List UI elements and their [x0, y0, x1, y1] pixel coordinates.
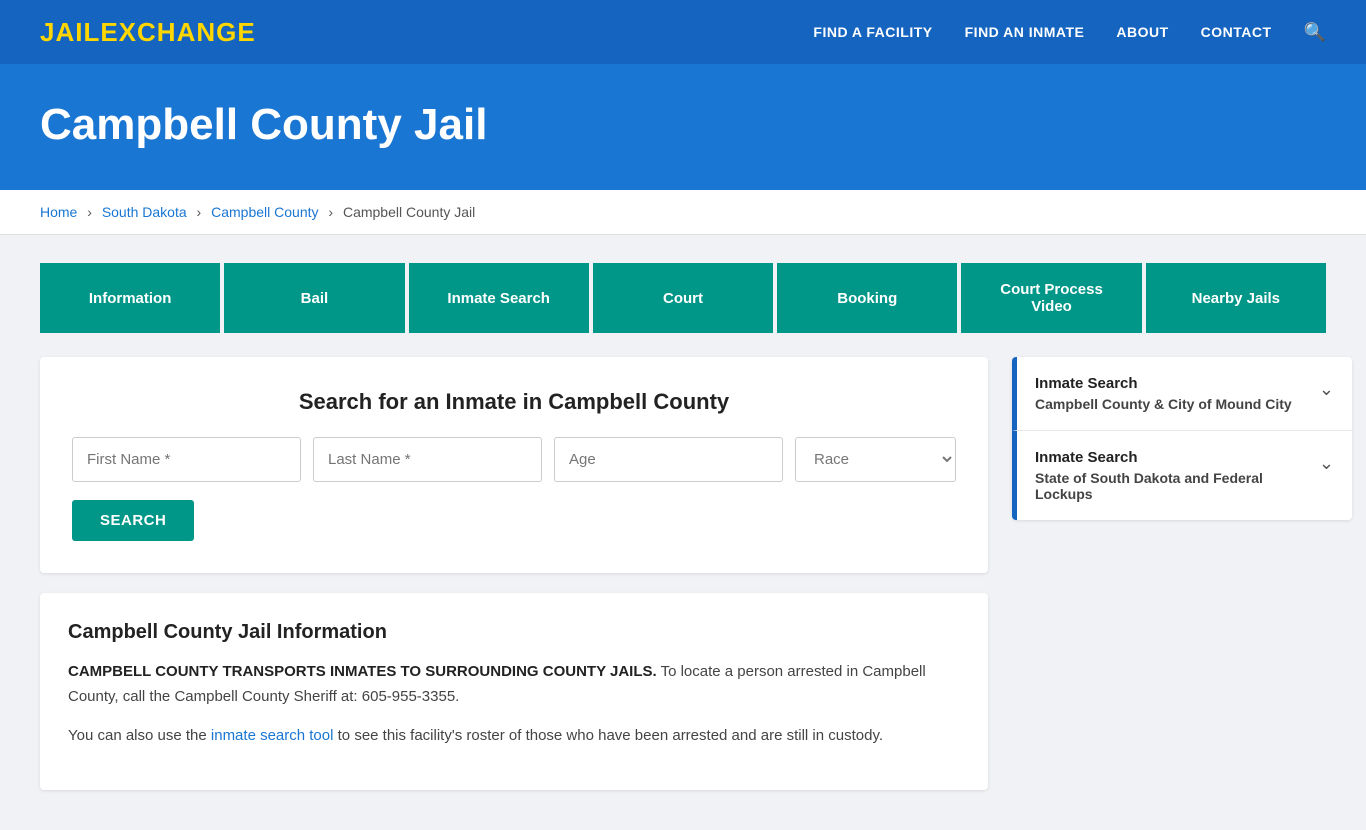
tab-court[interactable]: Court [593, 263, 773, 333]
tab-court-process-video[interactable]: Court Process Video [961, 263, 1141, 333]
breadcrumb-current: Campbell County Jail [343, 204, 475, 220]
hero-section: Campbell County Jail [0, 64, 1366, 190]
sidebar-sd-subtext: State of South Dakota and Federal Lockup… [1035, 470, 1319, 502]
logo[interactable]: JAILEXCHANGE [40, 17, 256, 48]
tabs-bar: Information Bail Inmate Search Court Boo… [40, 263, 1326, 333]
tab-bail[interactable]: Bail [224, 263, 404, 333]
sidebar-campbell-heading: Inmate Search [1035, 375, 1292, 392]
tab-inmate-search[interactable]: Inmate Search [409, 263, 589, 333]
info-box: Campbell County Jail Information CAMPBEL… [40, 593, 988, 790]
breadcrumb-south-dakota[interactable]: South Dakota [102, 204, 187, 220]
search-title: Search for an Inmate in Campbell County [72, 389, 956, 415]
main-content: Search for an Inmate in Campbell County … [0, 333, 1366, 830]
sidebar-item-campbell[interactable]: Inmate Search Campbell County & City of … [1012, 357, 1352, 431]
tabs-wrapper: Information Bail Inmate Search Court Boo… [0, 235, 1366, 333]
chevron-down-icon-sd: ⌄ [1319, 453, 1334, 474]
age-input[interactable] [554, 437, 783, 482]
breadcrumb-campbell-county[interactable]: Campbell County [211, 204, 318, 220]
nav-find-facility[interactable]: FIND A FACILITY [813, 24, 932, 40]
first-name-input[interactable] [72, 437, 301, 482]
sidebar-card: Inmate Search Campbell County & City of … [1012, 357, 1352, 520]
sidebar-item-sd[interactable]: Inmate Search State of South Dakota and … [1012, 431, 1352, 520]
tab-booking[interactable]: Booking [777, 263, 957, 333]
logo-jail: JAIL [40, 17, 100, 47]
search-icon[interactable]: 🔍 [1304, 22, 1326, 43]
page-title: Campbell County Jail [40, 100, 1326, 150]
breadcrumb: Home › South Dakota › Campbell County › … [0, 190, 1366, 235]
race-select[interactable]: Race White Black Hispanic Asian Native A… [795, 437, 956, 482]
info-text-2-after: to see this facility's roster of those w… [333, 727, 883, 744]
search-fields: Race White Black Hispanic Asian Native A… [72, 437, 956, 482]
nav-contact[interactable]: CONTACT [1201, 24, 1272, 40]
last-name-input[interactable] [313, 437, 542, 482]
info-paragraph-1: CAMPBELL COUNTY TRANSPORTS INMATES TO SU… [68, 660, 960, 710]
info-title: Campbell County Jail Information [68, 621, 960, 644]
breadcrumb-sep-2: › [197, 204, 202, 220]
breadcrumb-sep-1: › [87, 204, 92, 220]
inmate-search-link[interactable]: inmate search tool [211, 727, 334, 744]
info-paragraph-2: You can also use the inmate search tool … [68, 724, 960, 749]
sidebar-item-campbell-text: Inmate Search Campbell County & City of … [1035, 375, 1292, 412]
sidebar-campbell-subtext: Campbell County & City of Mound City [1035, 396, 1292, 412]
logo-exchange: EXCHANGE [100, 17, 255, 47]
sidebar-sd-heading: Inmate Search [1035, 449, 1319, 466]
right-sidebar: Inmate Search Campbell County & City of … [1012, 357, 1352, 520]
tab-nearby-jails[interactable]: Nearby Jails [1146, 263, 1326, 333]
main-nav: FIND A FACILITY FIND AN INMATE ABOUT CON… [813, 22, 1326, 43]
breadcrumb-home[interactable]: Home [40, 204, 77, 220]
tab-information[interactable]: Information [40, 263, 220, 333]
inmate-search-box: Search for an Inmate in Campbell County … [40, 357, 988, 573]
site-header: JAILEXCHANGE FIND A FACILITY FIND AN INM… [0, 0, 1366, 64]
chevron-down-icon-campbell: ⌄ [1319, 379, 1334, 400]
breadcrumb-sep-3: › [328, 204, 333, 220]
info-bold: CAMPBELL COUNTY TRANSPORTS INMATES TO SU… [68, 663, 657, 680]
nav-find-inmate[interactable]: FIND AN INMATE [965, 24, 1085, 40]
left-column: Search for an Inmate in Campbell County … [40, 357, 988, 790]
search-button[interactable]: SEARCH [72, 500, 194, 541]
sidebar-item-sd-text: Inmate Search State of South Dakota and … [1035, 449, 1319, 502]
nav-about[interactable]: ABOUT [1116, 24, 1168, 40]
info-text-2-before: You can also use the [68, 727, 211, 744]
